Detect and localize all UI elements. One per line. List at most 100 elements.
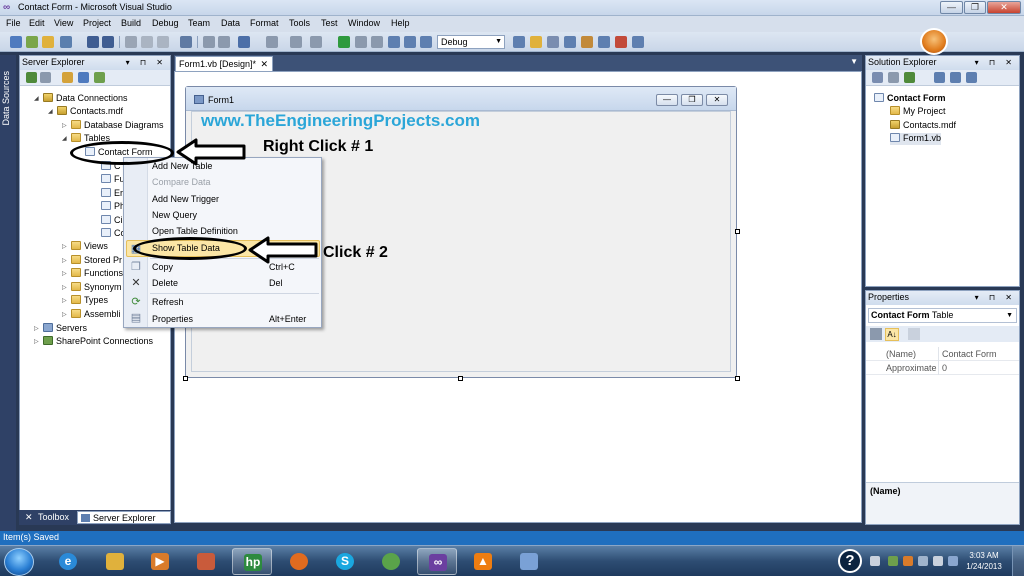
paste-icon[interactable]	[157, 36, 169, 48]
toolbox-tab[interactable]: ✕ Toolbox	[23, 511, 79, 524]
stop-refresh-icon[interactable]	[40, 72, 51, 83]
expand-arrow-icon[interactable]: ▷	[62, 284, 67, 291]
save-all-icon[interactable]	[102, 36, 114, 48]
taskbar-firefox[interactable]	[279, 548, 319, 575]
tree-node-column[interactable]: Fu	[101, 174, 125, 186]
properties-window-icon[interactable]	[547, 36, 559, 48]
menu-view[interactable]: View	[54, 18, 73, 28]
menu-item-add-new-trigger[interactable]: Add New Trigger	[152, 193, 219, 207]
tree-node-data-connections[interactable]: Data Connections	[43, 93, 128, 105]
panel-pin-buttons[interactable]: ▾ ⊓ ✕	[975, 291, 1016, 304]
expand-arrow-icon[interactable]: ▷	[62, 122, 67, 129]
server-explorer-icon[interactable]	[598, 36, 610, 48]
solution-explorer-icon[interactable]	[530, 36, 542, 48]
panel-pin-buttons[interactable]: ▾ ⊓ ✕	[126, 56, 167, 69]
show-desktop-button[interactable]	[1012, 546, 1024, 576]
connect-to-database-icon[interactable]	[62, 72, 73, 83]
data-sources-tab[interactable]: Data Sources	[1, 71, 15, 126]
add-item-icon[interactable]	[26, 36, 38, 48]
menu-window[interactable]: Window	[348, 18, 380, 28]
connect-to-server-icon[interactable]	[78, 72, 89, 83]
tree-node-functions[interactable]: Functions	[71, 268, 123, 280]
collapse-arrow-icon[interactable]: ◢	[62, 135, 67, 142]
navigate-forward-icon[interactable]	[310, 36, 322, 48]
battery-icon[interactable]	[948, 556, 958, 566]
menu-build[interactable]: Build	[121, 18, 141, 28]
menu-help[interactable]: Help	[391, 18, 410, 28]
chevron-down-icon[interactable]: ▼	[850, 57, 858, 66]
start-button[interactable]	[4, 548, 34, 576]
properties-object-selector[interactable]: Contact Form Table ▼	[868, 308, 1017, 323]
taskbar-hp[interactable]: hp	[232, 548, 272, 575]
property-pages-icon[interactable]	[908, 328, 920, 340]
resize-handle[interactable]	[183, 376, 188, 381]
collapse-arrow-icon[interactable]: ◢	[34, 95, 39, 102]
tree-node-contacts-mdf[interactable]: Contacts.mdf	[57, 106, 123, 118]
menu-data[interactable]: Data	[221, 18, 240, 28]
alphabetical-icon[interactable]: A↓	[885, 328, 899, 341]
solution-node-contacts-mdf[interactable]: Contacts.mdf	[890, 120, 956, 132]
tree-node-assemblies[interactable]: Assembli	[71, 309, 121, 321]
cut-icon[interactable]	[125, 36, 137, 48]
network-icon[interactable]	[918, 556, 928, 566]
save-icon[interactable]	[87, 36, 99, 48]
properties-icon[interactable]	[872, 72, 883, 83]
tree-node-stored-procedures[interactable]: Stored Pr	[71, 255, 122, 267]
solution-node-contact-form[interactable]: Contact Form	[874, 93, 946, 105]
solution-node-my-project[interactable]: My Project	[890, 106, 946, 118]
view-code-icon[interactable]	[934, 72, 945, 83]
tree-node-views[interactable]: Views	[71, 241, 108, 253]
pause-icon[interactable]	[355, 36, 367, 48]
tray-app-icon[interactable]	[888, 556, 898, 566]
menu-file[interactable]: File	[6, 18, 21, 28]
maximize-button[interactable]: ❐	[964, 1, 986, 14]
resize-handle[interactable]	[735, 229, 740, 234]
tree-node-sharepoint-connections[interactable]: SharePoint Connections	[43, 336, 153, 348]
collapse-arrow-icon[interactable]: ◢	[48, 108, 53, 115]
solution-configuration-dropdown[interactable]: Debug ▼	[437, 35, 505, 49]
object-browser-icon[interactable]	[564, 36, 576, 48]
menu-item-delete[interactable]: Delete	[152, 277, 178, 291]
taskbar-visual-studio[interactable]: ∞	[417, 548, 457, 575]
menu-test[interactable]: Test	[321, 18, 338, 28]
find-in-files-icon[interactable]	[513, 36, 525, 48]
menu-project[interactable]: Project	[83, 18, 111, 28]
class-diagram-icon[interactable]	[966, 72, 977, 83]
tab-form1-design[interactable]: Form1.vb [Design]* ✕	[175, 56, 273, 71]
menu-team[interactable]: Team	[188, 18, 210, 28]
tree-node-column[interactable]: Er	[101, 188, 123, 200]
show-all-files-icon[interactable]	[888, 72, 899, 83]
add-dropdown-icon[interactable]	[60, 36, 72, 48]
menu-item-new-query[interactable]: New Query	[152, 209, 197, 223]
tree-node-column[interactable]: Co	[101, 228, 126, 240]
view-designer-icon[interactable]	[950, 72, 961, 83]
copy-icon[interactable]	[141, 36, 153, 48]
server-explorer-tab[interactable]: Server Explorer	[77, 511, 171, 524]
taskbar-explorer[interactable]	[95, 548, 135, 575]
close-tab-icon[interactable]: ✕	[260, 57, 268, 71]
resize-handle[interactable]	[735, 376, 740, 381]
expand-arrow-icon[interactable]: ▷	[62, 270, 67, 277]
volume-icon[interactable]	[933, 556, 943, 566]
stop-icon[interactable]	[371, 36, 383, 48]
taskbar-vlc[interactable]: ▲	[463, 548, 503, 575]
refresh-icon[interactable]	[26, 72, 37, 83]
find-icon[interactable]	[180, 36, 192, 48]
tree-node-synonyms[interactable]: Synonym	[71, 282, 122, 294]
tree-node-database-diagrams[interactable]: Database Diagrams	[71, 120, 164, 132]
taskbar-messenger[interactable]	[371, 548, 411, 575]
new-project-icon[interactable]	[10, 36, 22, 48]
tree-node-types[interactable]: Types	[71, 295, 108, 307]
property-row[interactable]: Approximate 0	[866, 361, 1019, 375]
tree-node-column[interactable]: Ph	[101, 201, 125, 213]
comment-icon[interactable]	[203, 36, 215, 48]
menu-format[interactable]: Format	[250, 18, 279, 28]
menu-item-refresh[interactable]: Refresh	[152, 296, 184, 310]
connect-to-sharepoint-icon[interactable]	[94, 72, 105, 83]
command-window-icon[interactable]	[632, 36, 644, 48]
close-button[interactable]: ✕	[987, 1, 1021, 14]
refresh-icon[interactable]	[904, 72, 915, 83]
expand-arrow-icon[interactable]: ▷	[62, 311, 67, 318]
start-debugging-icon[interactable]	[338, 36, 350, 48]
taskbar-paint[interactable]	[509, 548, 549, 575]
